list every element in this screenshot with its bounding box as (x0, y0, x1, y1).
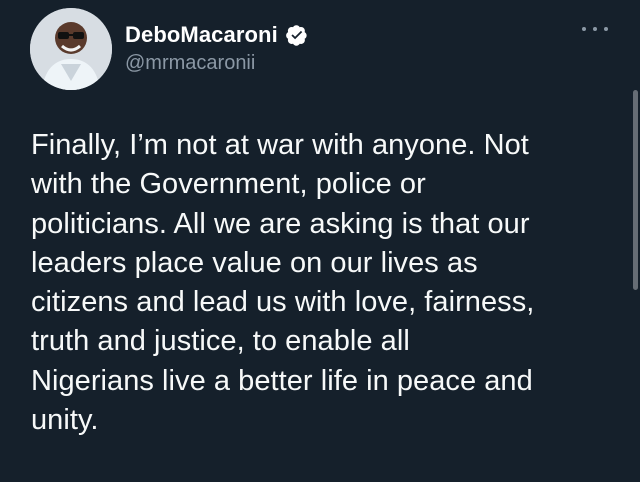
more-dot (582, 27, 586, 31)
verified-badge-icon (285, 24, 308, 46)
display-name[interactable]: DeboMacaroni (125, 22, 278, 48)
tweet-card: DeboMacaroni @mrmacaronii Finally, I’m n… (0, 0, 640, 482)
user-info: DeboMacaroni @mrmacaronii (125, 20, 308, 75)
tweet-text: Finally, I’m not at war with anyone. Not… (31, 129, 535, 437)
more-options-icon[interactable] (582, 20, 608, 38)
name-row: DeboMacaroni (125, 20, 308, 50)
scrollbar-thumb[interactable] (633, 90, 638, 290)
more-dot (593, 27, 597, 31)
more-dot (604, 27, 608, 31)
avatar-image (30, 8, 112, 90)
avatar[interactable] (30, 8, 112, 90)
user-handle[interactable]: @mrmacaronii (125, 52, 308, 75)
